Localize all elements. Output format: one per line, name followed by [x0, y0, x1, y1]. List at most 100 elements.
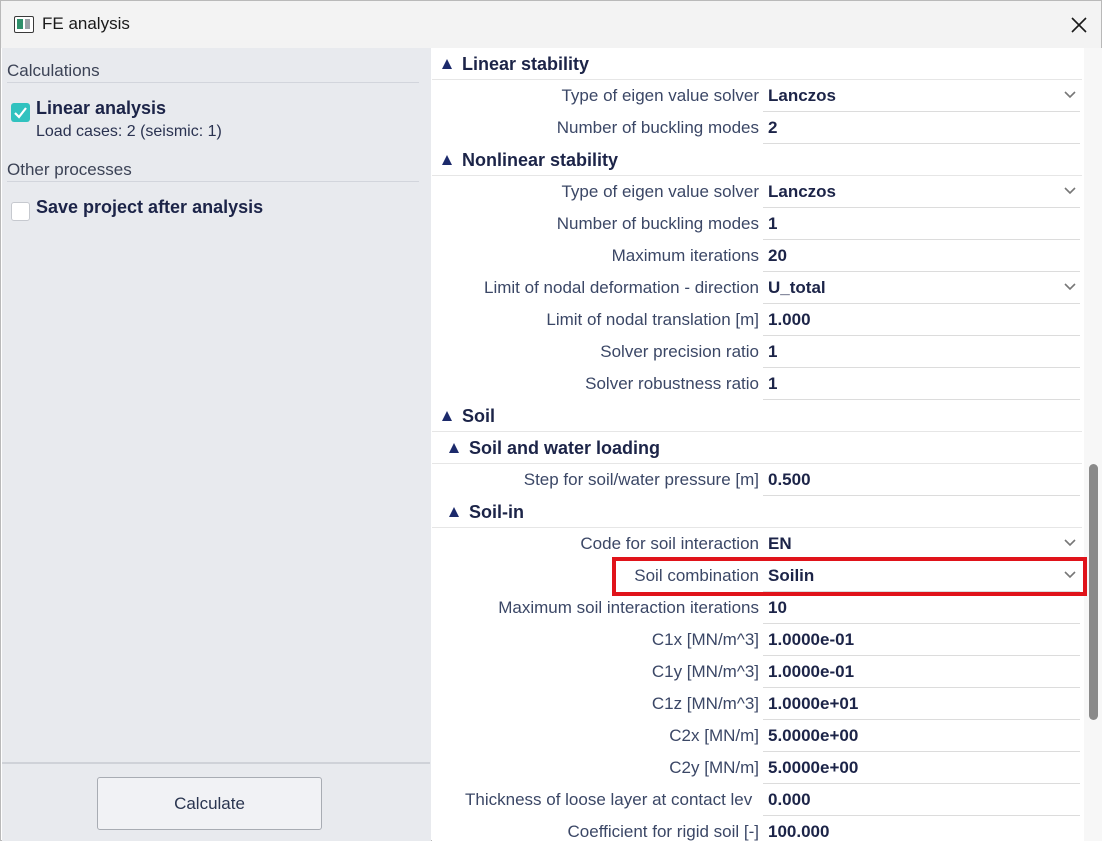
collapse-icon[interactable] [442, 411, 452, 421]
prop-label: Code for soil interaction [580, 534, 759, 553]
collapse-icon[interactable] [442, 155, 452, 165]
prop-value-field[interactable]: 0.000 [763, 784, 1080, 816]
group-soil-in[interactable]: Soil-in [432, 496, 1082, 528]
prop-value: 0.000 [768, 790, 811, 809]
save-project-checkbox[interactable] [11, 202, 30, 221]
prop-label: C1x [MN/m^3] [651, 630, 759, 649]
footer-divider [2, 762, 430, 764]
prop-value-dropdown[interactable]: Lanczos [763, 176, 1080, 208]
prop-value-field[interactable]: 1 [763, 368, 1080, 400]
prop-label: Maximum iterations [611, 246, 759, 265]
prop-row[interactable]: C2x [MN/m] 5.0000e+00 [432, 720, 1082, 752]
prop-label: C2x [MN/m] [669, 726, 759, 745]
divider [7, 181, 419, 182]
prop-value-dropdown[interactable]: U_total [763, 272, 1080, 304]
prop-row[interactable]: C2y [MN/m] 5.0000e+00 [432, 752, 1082, 784]
prop-row[interactable]: Type of eigen value solver Lanczos [432, 80, 1082, 112]
prop-value: 1.000 [768, 310, 811, 329]
chevron-down-icon[interactable] [1064, 282, 1076, 292]
prop-value: 10 [768, 598, 787, 617]
prop-row[interactable]: C1z [MN/m^3] 1.0000e+01 [432, 688, 1082, 720]
prop-row[interactable]: Limit of nodal translation [m] 1.000 [432, 304, 1082, 336]
group-label: Soil-in [469, 502, 524, 522]
group-linear-stability[interactable]: Linear stability [432, 48, 1082, 80]
prop-value-field[interactable]: 100.000 [763, 816, 1080, 841]
group-label: Linear stability [462, 54, 590, 74]
group-label: Soil [462, 406, 496, 426]
prop-row[interactable]: Code for soil interaction EN [432, 528, 1082, 560]
prop-value-dropdown[interactable]: Lanczos [763, 80, 1080, 112]
prop-value: 1 [768, 342, 778, 361]
prop-value-field[interactable]: 5.0000e+00 [763, 752, 1080, 784]
app-icon [14, 16, 34, 33]
prop-value: 2 [768, 118, 778, 137]
prop-value-field[interactable]: 0.500 [763, 464, 1080, 496]
prop-value-field[interactable]: 1.000 [763, 304, 1080, 336]
linear-analysis-checkbox[interactable] [11, 103, 30, 122]
prop-row[interactable]: Solver robustness ratio 1 [432, 368, 1082, 400]
prop-label: Thickness of loose layer at contact lev [465, 790, 753, 809]
divider [7, 82, 419, 83]
prop-value-field[interactable]: 1 [763, 208, 1080, 240]
prop-value: 1.0000e+01 [768, 694, 859, 713]
prop-value-field[interactable]: 1.0000e+01 [763, 688, 1080, 720]
prop-row[interactable]: Coefficient for rigid soil [-] 100.000 [432, 816, 1082, 841]
prop-value: 5.0000e+00 [768, 726, 859, 745]
calculate-button[interactable]: Calculate [97, 777, 322, 830]
prop-label: Maximum soil interaction iterations [498, 598, 759, 617]
window-title: FE analysis [42, 14, 130, 33]
prop-label: Limit of nodal translation [m] [546, 310, 759, 329]
group-nonlinear-stability[interactable]: Nonlinear stability [432, 144, 1082, 176]
prop-row[interactable]: Number of buckling modes 1 [432, 208, 1082, 240]
title-bar: FE analysis [1, 1, 1101, 48]
prop-value-dropdown[interactable]: EN [763, 528, 1080, 560]
group-soil[interactable]: Soil [432, 400, 1082, 432]
chevron-down-icon[interactable] [1064, 90, 1076, 100]
label-clip: Thickness of loose layer at contact lev [432, 784, 763, 816]
prop-value-field[interactable]: 1.0000e-01 [763, 624, 1080, 656]
collapse-icon[interactable] [449, 507, 459, 517]
prop-value-field[interactable]: 2 [763, 112, 1080, 144]
prop-value: 1 [768, 374, 778, 393]
processes-panel: Calculations Linear analysis Load cases:… [2, 48, 431, 841]
prop-value-field[interactable]: 20 [763, 240, 1080, 272]
prop-row[interactable]: Maximum soil interaction iterations 10 [432, 592, 1082, 624]
group-soil-water-loading[interactable]: Soil and water loading [432, 432, 1082, 464]
prop-label: Solver precision ratio [600, 342, 759, 361]
prop-row[interactable]: Maximum iterations 20 [432, 240, 1082, 272]
prop-value: 1.0000e-01 [768, 630, 855, 649]
prop-value: 0.500 [768, 470, 811, 489]
prop-label: C2y [MN/m] [669, 758, 759, 777]
prop-label: Step for soil/water pressure [m] [523, 470, 759, 489]
prop-row[interactable]: Solver precision ratio 1 [432, 336, 1082, 368]
prop-row[interactable]: Limit of nodal deformation - direction U… [432, 272, 1082, 304]
prop-row[interactable]: Type of eigen value solver Lanczos [432, 176, 1082, 208]
chevron-down-icon[interactable] [1064, 538, 1076, 548]
group-label: Soil and water loading [469, 438, 661, 458]
linear-analysis-title[interactable]: Linear analysis [36, 98, 166, 119]
prop-value: EN [768, 534, 792, 553]
prop-row[interactable]: Thickness of loose layer at contact lev … [432, 784, 1082, 816]
fe-analysis-dialog: FE analysis Calculations Linear analysis… [0, 0, 1102, 841]
collapse-icon[interactable] [449, 443, 459, 453]
prop-value: 20 [768, 246, 787, 265]
prop-value-field[interactable]: 1 [763, 336, 1080, 368]
prop-value-field[interactable]: 1.0000e-01 [763, 656, 1080, 688]
prop-row[interactable]: Number of buckling modes 2 [432, 112, 1082, 144]
prop-value: 5.0000e+00 [768, 758, 859, 777]
prop-row[interactable]: Step for soil/water pressure [m] 0.500 [432, 464, 1082, 496]
close-icon [1071, 17, 1087, 33]
prop-row[interactable]: C1y [MN/m^3] 1.0000e-01 [432, 656, 1082, 688]
check-icon [14, 107, 27, 119]
other-processes-header: Other processes [7, 160, 132, 179]
prop-value-field[interactable]: 10 [763, 592, 1080, 624]
save-project-title[interactable]: Save project after analysis [36, 197, 263, 218]
vertical-scrollbar[interactable] [1084, 48, 1102, 841]
chevron-down-icon[interactable] [1064, 186, 1076, 196]
prop-value-field[interactable]: 5.0000e+00 [763, 720, 1080, 752]
scrollbar-thumb[interactable] [1089, 464, 1098, 720]
prop-row[interactable]: C1x [MN/m^3] 1.0000e-01 [432, 624, 1082, 656]
collapse-icon[interactable] [442, 59, 452, 69]
close-button[interactable] [1059, 9, 1099, 41]
prop-value: 1.0000e-01 [768, 662, 855, 681]
